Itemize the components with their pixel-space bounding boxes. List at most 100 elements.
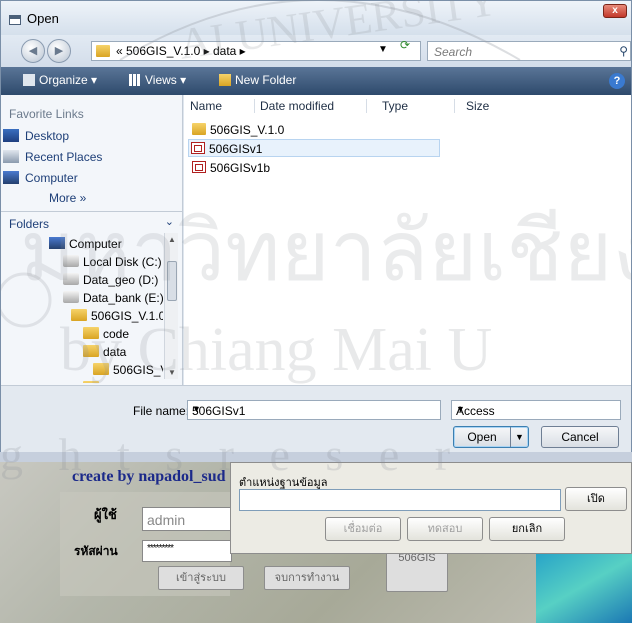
column-type[interactable]: Type bbox=[382, 99, 408, 113]
folders-header[interactable]: Folders ⌄ bbox=[1, 211, 182, 233]
list-item-selected[interactable]: 506GISv1 bbox=[188, 139, 440, 157]
open-db-button[interactable]: เปิด bbox=[565, 487, 627, 511]
scroll-up-icon[interactable]: ▲ bbox=[168, 235, 176, 244]
more-link[interactable]: More » bbox=[49, 191, 86, 205]
open-split-arrow-icon[interactable]: ▼ bbox=[510, 427, 528, 447]
favorite-label: Desktop bbox=[25, 129, 70, 143]
folder-icon bbox=[83, 327, 99, 339]
tree-item-data-bank[interactable]: Data_bank (E:) bbox=[63, 291, 163, 305]
tree-item-computer[interactable]: Computer bbox=[49, 237, 122, 251]
open-button[interactable]: Open ▼ bbox=[453, 426, 529, 448]
file-type-select[interactable]: Access ▼ bbox=[451, 400, 621, 420]
user-value: admin bbox=[147, 512, 186, 528]
folders-heading: Folders bbox=[9, 217, 50, 231]
tree-item-code[interactable]: code bbox=[83, 327, 129, 341]
tree-label: 506GIS_V bbox=[113, 363, 163, 377]
computer-icon bbox=[49, 237, 65, 249]
database-path-dialog: ตำแหน่งฐานข้อมูล เปิด เชื่อมต่อ ทดสอบ ยก… bbox=[230, 462, 632, 554]
breadcrumb[interactable]: « 506GIS_V.1.0 ▸ data ▸ bbox=[116, 44, 246, 58]
connect-button[interactable]: เชื่อมต่อ bbox=[325, 517, 401, 541]
tree-item-data[interactable]: data bbox=[83, 345, 126, 359]
tree-item-local-disk[interactable]: Local Disk (C:) bbox=[63, 255, 162, 269]
dialog-title: Open bbox=[27, 11, 59, 26]
navigation-pane: Favorite Links Desktop Recent Places Com… bbox=[1, 95, 183, 385]
column-divider[interactable] bbox=[366, 99, 367, 113]
folder-icon bbox=[71, 309, 87, 321]
open-label: Open bbox=[467, 430, 497, 444]
database-path-input[interactable] bbox=[239, 489, 561, 511]
favorite-label: Computer bbox=[25, 171, 78, 185]
address-bar[interactable]: « 506GIS_V.1.0 ▸ data ▸ ▼ bbox=[91, 41, 421, 61]
column-size[interactable]: Size bbox=[466, 99, 489, 113]
chevron-down-icon[interactable]: ▼ bbox=[456, 404, 616, 414]
tree-label: 506GIS_V.1.0 bbox=[91, 309, 163, 323]
exit-button[interactable]: จบการทำงาน bbox=[264, 566, 350, 590]
test-button[interactable]: ทดสอบ bbox=[407, 517, 483, 541]
favorite-recent-places[interactable]: Recent Places bbox=[3, 150, 102, 164]
close-button[interactable]: x bbox=[603, 4, 627, 18]
views-icon bbox=[129, 74, 141, 86]
back-icon[interactable]: ◀ bbox=[21, 39, 45, 63]
chevron-down-icon[interactable]: ▼ bbox=[378, 44, 388, 55]
file-name-input[interactable]: 506GISv1 ▼ bbox=[187, 400, 441, 420]
scroll-thumb[interactable] bbox=[167, 261, 177, 301]
organize-button[interactable]: Organize ▾ bbox=[23, 73, 97, 87]
views-label: Views ▾ bbox=[145, 73, 187, 87]
search-input[interactable]: Search ⚲ bbox=[427, 41, 631, 61]
user-label: ผู้ใช้ bbox=[94, 507, 117, 522]
folder-icon bbox=[83, 345, 99, 357]
toolbar: Organize ▾ Views ▾ New Folder ? bbox=[1, 67, 631, 95]
column-date-modified[interactable]: Date modified bbox=[260, 99, 334, 113]
help-icon[interactable]: ? bbox=[609, 73, 625, 89]
forward-icon[interactable]: ▶ bbox=[47, 39, 71, 63]
file-name-label: File name: bbox=[133, 404, 190, 418]
password-label: รหัสผ่าน bbox=[74, 544, 118, 558]
tree-label: data bbox=[103, 345, 127, 359]
506gis-button[interactable]: 506GIS bbox=[386, 550, 448, 592]
organize-icon bbox=[23, 74, 35, 86]
chevron-down-icon[interactable]: ▼ bbox=[192, 404, 436, 414]
search-placeholder: Search bbox=[434, 45, 473, 59]
list-item[interactable]: 506GIS_V.1.0 bbox=[190, 121, 440, 139]
access-file-icon bbox=[191, 142, 205, 154]
tree-scrollbar[interactable]: ▲ ▼ bbox=[164, 233, 178, 379]
tree-item-506gis[interactable]: 506GIS_V.1.0 bbox=[71, 309, 163, 323]
open-dialog: Open x ◀ ▶ « 506GIS_V.1.0 ▸ data ▸ ▼ ⟳ S… bbox=[0, 0, 632, 452]
password-input[interactable]: ********* bbox=[142, 540, 232, 562]
column-name[interactable]: Name bbox=[190, 99, 222, 113]
credit-text: create by napadol_sud bbox=[72, 468, 226, 485]
access-file-icon bbox=[192, 161, 206, 173]
tree-label: code bbox=[103, 327, 130, 341]
chevron-down-icon[interactable]: ⌄ bbox=[165, 215, 174, 228]
address-row: ◀ ▶ « 506GIS_V.1.0 ▸ data ▸ ▼ ⟳ Search ⚲ bbox=[1, 35, 631, 67]
recent-places-icon bbox=[3, 150, 19, 163]
cancel-button[interactable]: Cancel bbox=[541, 426, 619, 448]
views-button[interactable]: Views ▾ bbox=[129, 73, 186, 87]
column-divider[interactable] bbox=[454, 99, 455, 113]
folder-icon bbox=[96, 45, 110, 57]
new-folder-icon bbox=[219, 74, 231, 86]
favorite-computer[interactable]: Computer bbox=[3, 171, 78, 185]
list-item[interactable]: 506GISv1b bbox=[190, 159, 440, 177]
favorite-desktop[interactable]: Desktop bbox=[3, 129, 70, 143]
app-banner bbox=[0, 452, 632, 462]
column-divider[interactable] bbox=[254, 99, 255, 113]
refresh-icon[interactable]: ⟳ bbox=[400, 38, 410, 52]
db-cancel-button[interactable]: ยกเลิก bbox=[489, 517, 565, 541]
login-button[interactable]: เข้าสู่ระบบ bbox=[158, 566, 244, 590]
tree-item-506gis-v[interactable]: 506GIS_V bbox=[93, 363, 163, 377]
drive-icon bbox=[63, 273, 79, 285]
search-icon[interactable]: ⚲ bbox=[619, 44, 628, 58]
new-folder-button[interactable]: New Folder bbox=[219, 73, 296, 87]
folder-icon bbox=[93, 363, 109, 375]
scroll-down-icon[interactable]: ▼ bbox=[168, 368, 176, 377]
tree-item-icon[interactable]: icon bbox=[83, 381, 125, 383]
window-icon bbox=[9, 15, 21, 25]
tree-label: Data_bank (E:) bbox=[83, 291, 163, 305]
drive-icon bbox=[63, 291, 79, 303]
file-name: 506GISv1 bbox=[209, 142, 263, 156]
user-input[interactable]: admin bbox=[142, 507, 232, 531]
drive-icon bbox=[63, 255, 79, 267]
tree-item-data-geo[interactable]: Data_geo (D:) bbox=[63, 273, 158, 287]
folder-icon bbox=[192, 123, 206, 135]
